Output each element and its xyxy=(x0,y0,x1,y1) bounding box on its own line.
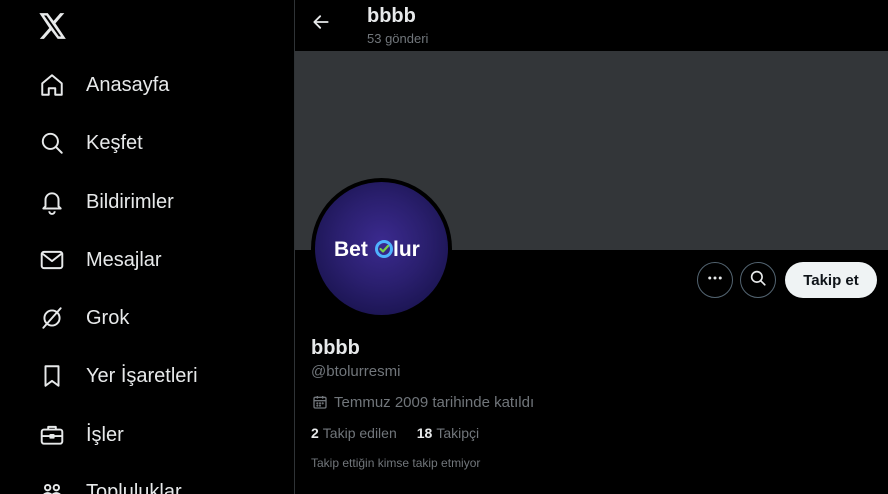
joined-text: Temmuz 2009 tarihinde katıldı xyxy=(334,393,535,411)
following-label: Takip edilen xyxy=(322,425,397,441)
search-icon xyxy=(749,269,767,292)
joined-date: Temmuz 2009 tarihinde katıldı xyxy=(311,393,534,411)
calendar-icon xyxy=(311,393,329,411)
sidebar-item-jobs[interactable]: İşler xyxy=(27,411,136,459)
profile-handle: @btolurresmi xyxy=(311,363,401,380)
x-logo-icon[interactable] xyxy=(38,11,68,41)
followed-by-note: Takip ettiğin kimse takip etmiyor xyxy=(311,456,481,470)
avatar-logo: Bet lur xyxy=(334,238,420,261)
avatar[interactable]: Bet lur xyxy=(311,178,452,319)
profile-name: bbbb xyxy=(311,337,360,359)
search-icon xyxy=(39,130,65,156)
communities-icon xyxy=(39,479,65,494)
sidebar-item-label: Topluluklar xyxy=(86,480,182,494)
sidebar-item-label: Mesajlar xyxy=(86,248,162,271)
header-title: bbbb xyxy=(367,5,416,27)
following-link[interactable]: 2 Takip edilen xyxy=(311,425,397,441)
followers-link[interactable]: 18 Takipçi xyxy=(417,425,479,441)
svg-text:lur: lur xyxy=(393,238,420,261)
briefcase-icon xyxy=(39,422,65,448)
followers-count: 18 xyxy=(416,425,433,441)
mail-icon xyxy=(39,247,65,273)
sidebar-item-grok[interactable]: Grok xyxy=(27,294,141,342)
avatar-image: Bet lur xyxy=(315,182,448,315)
sidebar-item-label: Bildirimler xyxy=(86,190,174,213)
back-button[interactable] xyxy=(307,10,335,38)
search-profile-button[interactable] xyxy=(740,262,776,298)
bookmark-icon xyxy=(39,363,65,389)
follow-stats: 2 Takip edilen 18 Takipçi xyxy=(311,425,499,441)
sidebar-item-explore[interactable]: Keşfet xyxy=(27,119,155,167)
more-horizontal-icon xyxy=(706,269,724,292)
svg-text:Bet: Bet xyxy=(334,238,368,261)
follow-button[interactable]: Takip et xyxy=(785,262,877,298)
following-count: 2 xyxy=(311,425,319,441)
sidebar-item-label: Anasayfa xyxy=(86,73,170,96)
sidebar: Anasayfa Keşfet Bildirimler Mesajlar Gro… xyxy=(0,0,294,494)
more-options-button[interactable] xyxy=(697,262,733,298)
sidebar-item-label: Keşfet xyxy=(86,131,143,154)
sidebar-item-label: Grok xyxy=(86,306,130,329)
profile-column: bbbb 53 gönderi Bet lur Takip et bbbb @b… xyxy=(295,0,888,494)
arrow-left-icon xyxy=(311,12,331,37)
sidebar-item-communities[interactable]: Topluluklar xyxy=(27,468,194,494)
sidebar-item-notifications[interactable]: Bildirimler xyxy=(27,178,186,226)
bell-icon xyxy=(39,189,65,215)
home-icon xyxy=(39,72,65,98)
profile-header: bbbb 53 gönderi xyxy=(295,0,888,51)
sidebar-item-messages[interactable]: Mesajlar xyxy=(27,236,174,284)
sidebar-item-label: İşler xyxy=(86,423,124,446)
sidebar-item-home[interactable]: Anasayfa xyxy=(27,61,181,109)
sidebar-item-bookmarks[interactable]: Yer İşaretleri xyxy=(27,352,210,400)
grok-icon xyxy=(39,305,65,331)
post-count: 53 gönderi xyxy=(367,31,429,46)
followers-label: Takipçi xyxy=(436,425,480,441)
sidebar-item-label: Yer İşaretleri xyxy=(86,364,198,387)
